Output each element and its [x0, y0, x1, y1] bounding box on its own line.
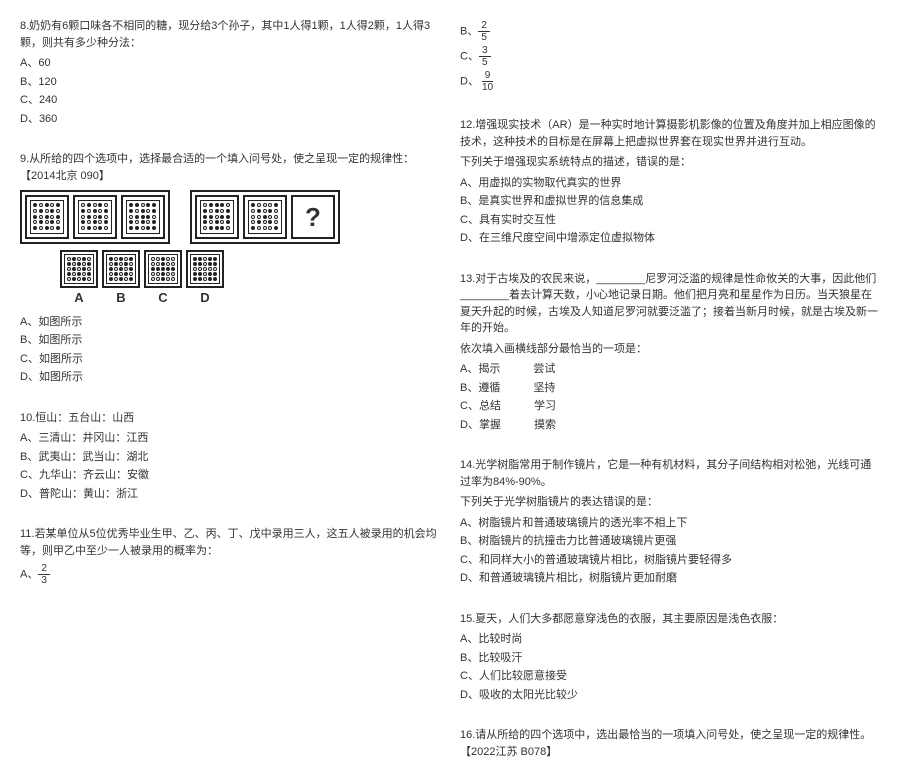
q16-stem: 16.请从所给的四个选项中，选出最恰当的一项填入问号处，使之呈现一定的规律性。【… — [460, 727, 880, 760]
q9-answer-labels: A B C D — [20, 288, 440, 308]
pattern-box — [243, 195, 287, 239]
fraction-icon: 910 — [479, 70, 496, 93]
q13-opt-a[interactable]: A、揭示 尝试 — [460, 361, 880, 378]
question-9: 9.从所给的四个选项中，选择最合适的一个填入问号处，使之呈现一定的规律性：【20… — [20, 151, 440, 386]
pattern-box — [121, 195, 165, 239]
q9-opt-c[interactable]: C、如图所示 — [20, 351, 440, 368]
q10-stem: 10.恒山：五台山：山西 — [20, 410, 440, 427]
q14-opt-c[interactable]: C、和同样大小的普通玻璃镜片相比，树脂镜片要轻得多 — [460, 552, 880, 569]
q11-opt-b[interactable]: B、25 — [460, 20, 880, 43]
question-14: 14.光学树脂常用于制作镜片，它是一种有机材料，其分子间结构相对松弛，光线可通过… — [460, 457, 880, 587]
q14-stem1: 14.光学树脂常用于制作镜片，它是一种有机材料，其分子间结构相对松弛，光线可通过… — [460, 457, 880, 490]
pattern-box-a[interactable] — [60, 250, 98, 288]
pattern-box-b[interactable] — [102, 250, 140, 288]
q13-stem2: 依次填入画横线部分最恰当的一项是： — [460, 341, 880, 358]
q12-opt-a[interactable]: A、用虚拟的实物取代真实的世界 — [460, 175, 880, 192]
q9-group-1 — [20, 190, 170, 244]
q12-opt-b[interactable]: B、是真实世界和虚拟世界的信息集成 — [460, 193, 880, 210]
q9-opt-b[interactable]: B、如图所示 — [20, 332, 440, 349]
q14-stem2: 下列关于光学树脂镜片的表达错误的是： — [460, 494, 880, 511]
q9-given-row: ? — [20, 190, 440, 244]
question-15: 15.夏天，人们大多都愿意穿浅色的衣服，其主要原因是浅色衣服： A、比较时尚 B… — [460, 611, 880, 704]
q10-opt-c[interactable]: C、九华山：齐云山：安徽 — [20, 467, 440, 484]
question-13: 13.对于古埃及的农民来说，________尼罗河泛滥的规律是性命攸关的大事，因… — [460, 271, 880, 434]
q12-opt-c[interactable]: C、具有实时交互性 — [460, 212, 880, 229]
q11-opt-d[interactable]: D、910 — [460, 70, 880, 93]
q13-opt-d[interactable]: D、掌握 摸索 — [460, 417, 880, 434]
q14-opt-b[interactable]: B、树脂镜片的抗撞击力比普通玻璃镜片更强 — [460, 533, 880, 550]
pattern-box — [73, 195, 117, 239]
label-d: D — [186, 288, 224, 308]
q8-opt-c[interactable]: C、240 — [20, 92, 440, 109]
q9-group-2: ? — [190, 190, 340, 244]
question-16: 16.请从所给的四个选项中，选出最恰当的一项填入问号处，使之呈现一定的规律性。【… — [460, 727, 880, 760]
q11-opt-c[interactable]: C、35 — [460, 45, 880, 68]
q9-opt-a[interactable]: A、如图所示 — [20, 314, 440, 331]
q15-opt-a[interactable]: A、比较时尚 — [460, 631, 880, 648]
pattern-box-c[interactable] — [144, 250, 182, 288]
label-b: B — [102, 288, 140, 308]
q11-opt-a[interactable]: A、23 — [20, 563, 440, 586]
q15-stem: 15.夏天，人们大多都愿意穿浅色的衣服，其主要原因是浅色衣服： — [460, 611, 880, 628]
q12-opt-d[interactable]: D、在三维尺度空间中增添定位虚拟物体 — [460, 230, 880, 247]
opt-prefix: D、 — [460, 75, 479, 87]
q10-opt-b[interactable]: B、武夷山：武当山：湖北 — [20, 449, 440, 466]
left-column: 8.奶奶有6颗口味各不相同的糖，现分给3个孙子，其中1人得1颗，1人得2颗，1人… — [20, 18, 460, 633]
question-8: 8.奶奶有6颗口味各不相同的糖，现分给3个孙子，其中1人得1颗，1人得2颗，1人… — [20, 18, 440, 127]
question-11: 11.若某单位从5位优秀毕业生甲、乙、丙、丁、戊中录用三人，这五人被录用的机会均… — [20, 526, 440, 586]
question-10: 10.恒山：五台山：山西 A、三清山：井冈山：江西 B、武夷山：武当山：湖北 C… — [20, 410, 440, 503]
q10-opt-a[interactable]: A、三清山：井冈山：江西 — [20, 430, 440, 447]
q15-opt-c[interactable]: C、人们比较愿意接受 — [460, 668, 880, 685]
q14-opt-a[interactable]: A、树脂镜片和普通玻璃镜片的透光率不相上下 — [460, 515, 880, 532]
q8-stem: 8.奶奶有6颗口味各不相同的糖，现分给3个孙子，其中1人得1颗，1人得2颗，1人… — [20, 18, 440, 51]
question-12: 12.增强现实技术（AR）是一种实时地计算摄影机影像的位置及角度并加上相应图像的… — [460, 117, 880, 247]
opt-prefix: C、 — [460, 50, 479, 62]
q9-opt-d[interactable]: D、如图所示 — [20, 369, 440, 386]
q13-stem1: 13.对于古埃及的农民来说，________尼罗河泛滥的规律是性命攸关的大事，因… — [460, 271, 880, 337]
q8-opt-d[interactable]: D、360 — [20, 111, 440, 128]
q14-opt-d[interactable]: D、和普通玻璃镜片相比，树脂镜片更加耐磨 — [460, 570, 880, 587]
q13-opt-b[interactable]: B、遵循 坚持 — [460, 380, 880, 397]
q8-opt-a[interactable]: A、60 — [20, 55, 440, 72]
fraction-icon: 25 — [478, 20, 490, 43]
q12-stem2: 下列关于增强现实系统特点的描述，错误的是： — [460, 154, 880, 171]
pattern-box-d[interactable] — [186, 250, 224, 288]
q11-stem: 11.若某单位从5位优秀毕业生甲、乙、丙、丁、戊中录用三人，这五人被录用的机会均… — [20, 526, 440, 559]
q10-opt-d[interactable]: D、普陀山：黄山：浙江 — [20, 486, 440, 503]
opt-prefix: B、 — [460, 25, 478, 37]
q9-stem: 9.从所给的四个选项中，选择最合适的一个填入问号处，使之呈现一定的规律性：【20… — [20, 151, 440, 184]
q15-opt-d[interactable]: D、吸收的太阳光比较少 — [460, 687, 880, 704]
q8-opt-b[interactable]: B、120 — [20, 74, 440, 91]
q13-opt-c[interactable]: C、总结 学习 — [460, 398, 880, 415]
pattern-box — [25, 195, 69, 239]
q9-figure: ? A B C D — [20, 190, 440, 308]
q12-stem1: 12.增强现实技术（AR）是一种实时地计算摄影机影像的位置及角度并加上相应图像的… — [460, 117, 880, 150]
question-11-cont: B、25 C、35 D、910 — [460, 20, 880, 93]
right-column: B、25 C、35 D、910 12.增强现实技术（AR）是一种实时地计算摄影机… — [460, 18, 900, 633]
pattern-box — [195, 195, 239, 239]
q15-opt-b[interactable]: B、比较吸汗 — [460, 650, 880, 667]
question-mark-box: ? — [291, 195, 335, 239]
label-a: A — [60, 288, 98, 308]
fraction-icon: 35 — [479, 45, 491, 68]
opt-prefix: A、 — [20, 568, 38, 580]
label-c: C — [144, 288, 182, 308]
q9-answer-row — [20, 250, 440, 288]
fraction-icon: 23 — [38, 563, 50, 586]
